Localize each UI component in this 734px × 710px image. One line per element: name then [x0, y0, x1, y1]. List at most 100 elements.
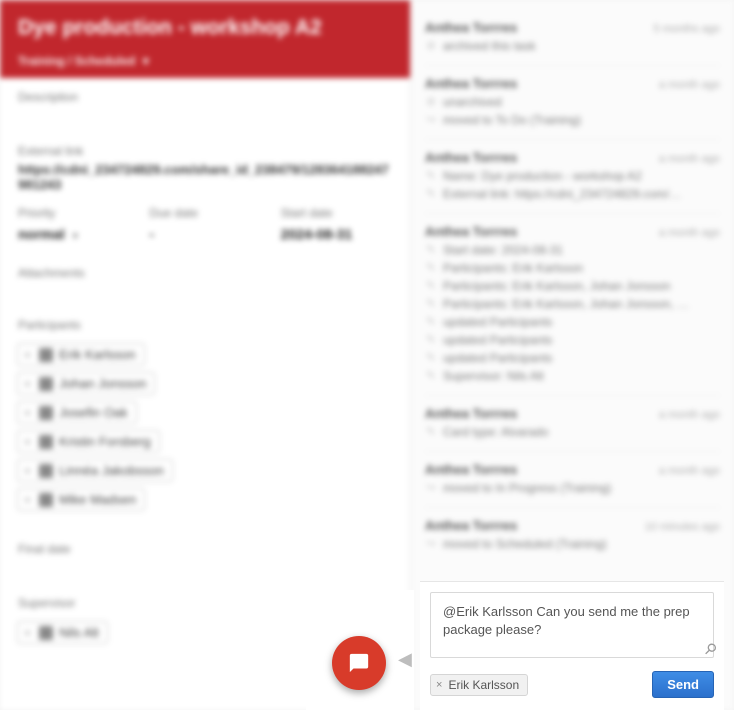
feed-author: Anthea Torrres — [425, 224, 517, 239]
feed-text: updated Participants — [443, 333, 552, 347]
feed-item: Anthea Torrres a month ago ↪moved to In Pr… — [425, 452, 720, 508]
remove-icon[interactable]: × — [22, 406, 33, 420]
avatar-icon — [39, 377, 53, 391]
due-date-value[interactable]: - — [149, 226, 260, 242]
feed-item: Anthea Torrres a month ago ✎ Start date: 20… — [425, 214, 720, 396]
feed-text: updated Participants — [443, 351, 552, 365]
external-link-value[interactable]: https://cdni_234724829.com/share_id_2384… — [0, 162, 410, 200]
meta-row: Priority normal Due date - Start date 20… — [0, 206, 410, 242]
feed-item: Anthea Torrres10 minutes ago↪moved to Sc… — [425, 508, 720, 563]
feed-text: Supervisor: Nils Alt — [443, 369, 544, 383]
comment-composer: ⚲ × Erik Karlsson Send — [420, 581, 724, 710]
participant-name: Mike Madsen — [59, 492, 136, 507]
feed-item: Anthea Torrresa month ago⊘unarchived↪mov… — [425, 66, 720, 140]
participant-name: Linnéa Jakobsson — [59, 463, 164, 478]
feed-item: Anthea Torrres a month ago ✎ Name: Dye prod… — [425, 140, 720, 214]
avatar-icon — [39, 493, 53, 507]
feed-item: Anthea Torrresa month ago✎Card type: Alv… — [425, 396, 720, 452]
participant-chip[interactable]: ×Erik Karlsson — [17, 343, 145, 366]
feed-text: unarchived — [443, 95, 502, 109]
breadcrumb[interactable]: Training / Scheduled ▾ — [18, 54, 392, 68]
participant-chip[interactable]: × Johan Jonsson — [17, 372, 155, 395]
feed-time: a month ago — [659, 79, 720, 91]
due-date-label: Due date — [149, 206, 260, 220]
remove-icon[interactable]: × — [22, 348, 33, 362]
avatar-icon — [39, 406, 53, 420]
unarchive-icon: ⊘ — [425, 95, 437, 108]
feed-text: archived this task — [443, 39, 536, 53]
feed-line: ✎ Participants: Erik Karlsson, Johan Jons… — [425, 279, 720, 293]
feed-text: Start date: 2024-08-31 — [443, 243, 563, 257]
feed-author: Anthea Torrres — [425, 406, 517, 421]
feed-line: ✎Participants: Erik Karlsson — [425, 261, 720, 275]
priority-value[interactable]: normal — [18, 226, 129, 242]
feed-text: External link: https://cdni_234724829.co… — [443, 187, 681, 201]
feed-line: ⊘ unarchived — [425, 95, 720, 109]
feed-time: a month ago — [659, 409, 720, 421]
feed-text: Name: Dye production - workshop A2 — [443, 169, 642, 183]
supervisor-chip[interactable]: × Nils Alt — [17, 621, 108, 644]
chevron-down-icon: ▾ — [143, 54, 149, 68]
participant-chip[interactable]: × Mike Madsen — [17, 488, 145, 511]
card-title: Dye production - workshop A2 — [18, 16, 392, 40]
feed-author: Anthea Torrres — [425, 462, 517, 477]
edit-icon: ✎ — [425, 279, 437, 292]
archive-icon: ⊘ — [425, 39, 437, 52]
comment-fab[interactable] — [332, 636, 386, 690]
feed-line: ✎ Start date: 2024-08-31 — [425, 243, 720, 257]
feed-line: ✎ Supervisor: Nils Alt — [425, 369, 720, 383]
supervisor-name: Nils Alt — [59, 625, 99, 640]
send-button[interactable]: Send — [652, 671, 714, 698]
edit-icon: ✎ — [425, 243, 437, 256]
move-icon: ↪ — [425, 113, 437, 126]
feed-item: Anthea Torrres 5 months ago ⊘ archived this… — [425, 10, 720, 66]
feed-time: a month ago — [659, 465, 720, 477]
edit-icon: ✎ — [425, 333, 437, 346]
participant-chip[interactable]: × Josefin Oak — [17, 401, 137, 424]
edit-icon: ✎ — [425, 351, 437, 364]
feed-author: Anthea Torrres — [425, 150, 517, 165]
remove-icon[interactable]: × — [22, 377, 33, 391]
task-detail-panel: Dye production - workshop A2 Training / … — [0, 0, 410, 710]
feed-author: Anthea Torrres — [425, 76, 517, 91]
move-icon: ↪ — [425, 537, 437, 550]
edit-icon: ✎ — [425, 369, 437, 382]
remove-icon[interactable]: × — [22, 626, 33, 640]
mention-chip[interactable]: × Erik Karlsson — [430, 674, 528, 696]
participant-name: Kristin Forsberg — [59, 434, 151, 449]
feed-line: ✎Participants: Erik Karlsson, Johan Jons… — [425, 297, 720, 311]
feed-author: Anthea Torrres — [425, 20, 517, 35]
start-date-value[interactable]: 2024-08-31 — [281, 226, 392, 242]
participant-name: Josefin Oak — [59, 405, 128, 420]
feed-line: ↪moved to In Progress (Training) — [425, 481, 720, 495]
feed-text: Participants: Erik Karlsson, Johan Jonss… — [443, 279, 670, 293]
participant-chip[interactable]: × Kristin Forsberg — [17, 430, 160, 453]
card-header: Dye production - workshop A2 Training / … — [0, 0, 410, 78]
remove-icon[interactable]: × — [22, 464, 33, 478]
external-link-label: External link — [0, 132, 410, 162]
feed-time: 5 months ago — [653, 23, 720, 35]
priority-label: Priority — [18, 206, 129, 220]
feed-time: a month ago — [659, 153, 720, 165]
participant-name: Johan Jonsson — [59, 376, 146, 391]
feed-text: moved to In Progress (Training) — [443, 481, 611, 495]
feed-text: moved to Scheduled (Training) — [443, 537, 607, 551]
feed-author: Anthea Torrres — [425, 518, 517, 533]
avatar-icon — [39, 464, 53, 478]
feed-text: Participants: Erik Karlsson — [443, 261, 583, 275]
edit-icon: ✎ — [425, 297, 437, 310]
start-date-label: Start date — [281, 206, 392, 220]
chat-bubble-icon — [348, 652, 370, 674]
remove-icon[interactable]: × — [22, 435, 33, 449]
participant-chip[interactable]: × Linnéa Jakobsson — [17, 459, 173, 482]
participants-list: ×Erik Karlsson×Johan Jonsson×Josefin Oak… — [0, 336, 410, 520]
remove-icon[interactable]: × — [22, 493, 33, 507]
feed-line: ✎ External link: https://cdni_234724829.c… — [425, 187, 720, 201]
feed-time: a month ago — [659, 227, 720, 239]
avatar-icon — [39, 348, 53, 362]
edit-icon: ✎ — [425, 187, 437, 200]
collapse-chevron-icon[interactable]: ◀ — [398, 649, 412, 670]
supervisor-label: Supervisor — [0, 584, 410, 614]
comment-input[interactable] — [430, 592, 714, 658]
remove-mention-icon[interactable]: × — [436, 679, 442, 691]
